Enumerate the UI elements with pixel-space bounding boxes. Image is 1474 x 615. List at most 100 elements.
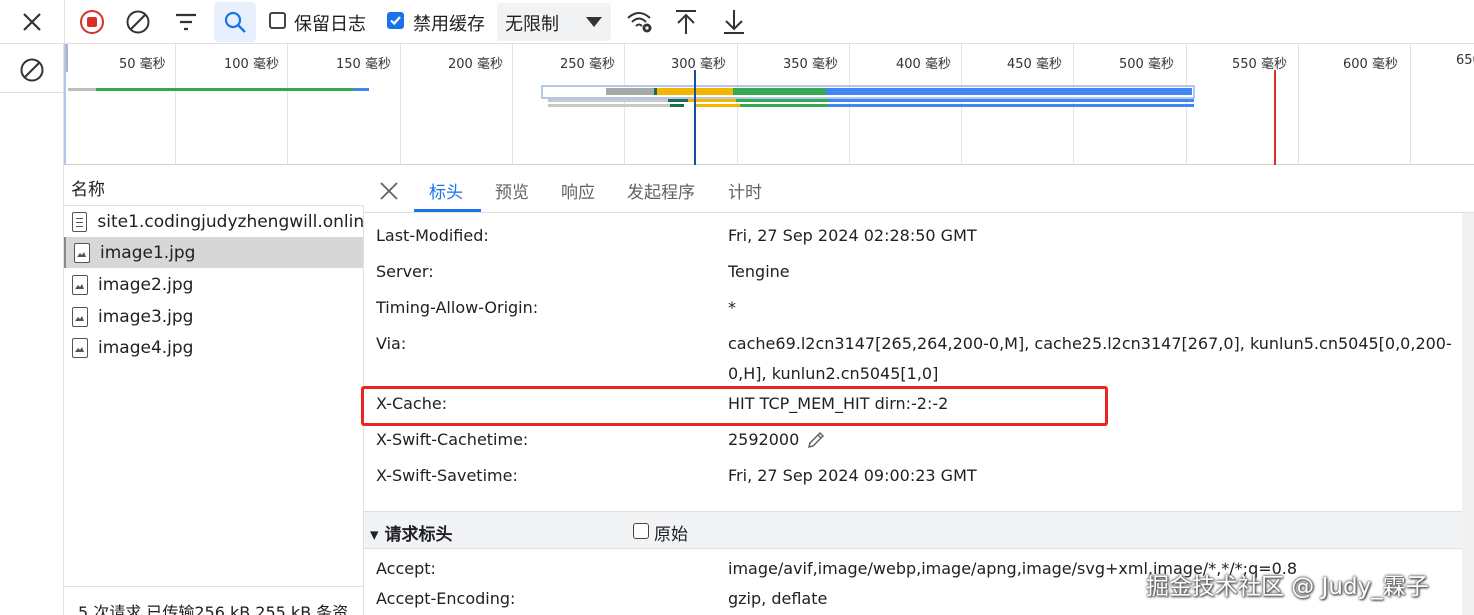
header-name: X-Swift-Cachetime:: [376, 430, 529, 449]
header-value: Fri, 27 Sep 2024 09:00:23 GMT: [728, 466, 977, 485]
waterfall-bar-ssl: [696, 104, 740, 107]
download-icon[interactable]: [716, 4, 752, 40]
tick-label: 100 毫秒: [224, 57, 279, 72]
header-name: X-Swift-Savetime:: [376, 466, 518, 485]
header-value: Tengine: [728, 262, 790, 281]
header-name: Via:: [376, 334, 407, 353]
header-value: 2592000: [728, 430, 800, 449]
edit-pencil-icon[interactable]: [804, 428, 828, 452]
request-name: image1.jpg: [100, 242, 196, 263]
upload-icon[interactable]: [668, 4, 704, 40]
timeline-grid-line: [399, 44, 401, 165]
header-value-continued: 0,H], kunlun2.cn5045[1,0]: [728, 364, 939, 383]
waterfall-bar-stalled: [68, 88, 96, 91]
detail-tabs: 标头 预览 响应 发起程序 计时: [364, 166, 1474, 213]
header-name: Timing-Allow-Origin:: [376, 298, 539, 317]
tick-label: 400 毫秒: [896, 57, 951, 72]
network-toolbar: 保留日志 禁用缓存 无限制: [0, 0, 1474, 44]
timeline-grid-line: [511, 44, 513, 165]
tick-label: 50 毫秒: [119, 57, 166, 72]
overview-left-edge: [64, 44, 66, 165]
x-cache-highlight-box: [361, 386, 1108, 426]
waterfall-bar-waiting: [733, 88, 826, 95]
request-headers-section[interactable]: ▾ 请求标头 原始: [364, 511, 1474, 549]
timeline-grid-line: [175, 44, 176, 165]
raw-checkbox[interactable]: [633, 523, 649, 539]
request-row[interactable]: site1.codingjudyzhengwill.online: [64, 206, 363, 237]
waterfall-bar-download: [828, 99, 1194, 102]
waterfall-bar-download: [828, 104, 1194, 107]
request-list: 名称 site1.codingjudyzhengwill.online imag…: [64, 166, 364, 615]
blocked-requests-icon[interactable]: [14, 52, 50, 88]
image-file-icon: [72, 337, 88, 358]
image-file-icon: [74, 242, 90, 263]
tab-preview[interactable]: 预览: [495, 178, 529, 203]
watermark: 掘金技术社区 @ Judy_霖子: [1146, 574, 1429, 600]
tab-response[interactable]: 响应: [561, 178, 595, 203]
left-strip: [0, 44, 64, 615]
close-icon[interactable]: [12, 6, 52, 38]
header-value: gzip, deflate: [728, 589, 828, 608]
waterfall-bar-connect: [668, 99, 688, 102]
close-detail-icon[interactable]: [374, 176, 404, 206]
tab-headers[interactable]: 标头: [429, 178, 463, 203]
header-name: Accept:: [376, 559, 436, 578]
request-row-selected[interactable]: image1.jpg: [64, 237, 363, 268]
request-headers-title: ▾ 请求标头: [370, 525, 453, 545]
timeline-overview[interactable]: 50 毫秒 100 毫秒 150 毫秒 200 毫秒 250 毫秒 300 毫秒…: [64, 44, 1474, 165]
header-name: Accept-Encoding:: [376, 589, 516, 608]
record-stop-icon[interactable]: [74, 4, 110, 40]
waterfall-bar-waiting: [96, 88, 354, 91]
filter-icon[interactable]: [168, 4, 204, 40]
raw-label: 原始: [654, 525, 688, 545]
tab-initiator[interactable]: 发起程序: [627, 178, 695, 203]
tick-label: 600 毫秒: [1343, 57, 1398, 72]
timeline-grid-line: [287, 44, 289, 165]
waterfall-bar-waiting: [736, 99, 828, 102]
disable-cache-label: 禁用缓存: [413, 14, 485, 35]
timeline-grid-line: [1410, 44, 1412, 165]
dropdown-arrow-icon: [586, 17, 602, 27]
request-row[interactable]: image3.jpg: [64, 301, 363, 332]
request-name: image3.jpg: [98, 306, 194, 327]
throttle-select[interactable]: 无限制: [497, 3, 611, 41]
image-file-icon: [72, 306, 88, 327]
tick-label: 150 毫秒: [336, 57, 391, 72]
tick-label: 550 毫秒: [1232, 57, 1287, 72]
waterfall-bar-download: [354, 88, 369, 91]
throttle-value: 无限制: [505, 14, 559, 35]
tick-label: 500 毫秒: [1119, 57, 1174, 72]
disable-cache-checkbox[interactable]: [387, 12, 404, 29]
document-icon: [72, 211, 88, 232]
preserve-log-label: 保留日志: [294, 14, 366, 35]
header-value: Fri, 27 Sep 2024 02:28:50 GMT: [728, 226, 977, 245]
clear-icon[interactable]: [120, 4, 156, 40]
waterfall-bar-stalled: [548, 104, 670, 107]
search-icon[interactable]: [214, 2, 256, 42]
image-file-icon: [72, 274, 88, 295]
network-conditions-icon[interactable]: [622, 4, 658, 40]
header-name: Last-Modified:: [376, 226, 489, 245]
request-row[interactable]: image4.jpg: [64, 332, 363, 363]
waterfall-bar-stalled: [548, 99, 668, 102]
tick-label: 250 毫秒: [560, 57, 615, 72]
tick-label: 650: [1456, 53, 1474, 68]
tick-label: 200 毫秒: [448, 57, 503, 72]
header-value: cache69.l2cn3147[265,264,200-0,M], cache…: [728, 334, 1452, 353]
timeline-grid-line: [1298, 44, 1299, 165]
name-header-label: 名称: [71, 180, 105, 200]
scrollbar[interactable]: [1462, 213, 1474, 615]
waterfall-bar-stalled: [606, 88, 654, 95]
name-column-header[interactable]: 名称: [64, 166, 364, 206]
header-value: *: [728, 298, 736, 317]
waterfall-bar-waiting: [740, 104, 828, 107]
tick-label: 350 毫秒: [783, 57, 838, 72]
request-row[interactable]: image2.jpg: [64, 269, 363, 300]
preserve-log-checkbox[interactable]: [269, 12, 286, 29]
request-name: image4.jpg: [98, 337, 194, 358]
status-bar: 5 次请求 已传输256 kB 255 kB 条资: [64, 586, 363, 615]
tick-label: 300 毫秒: [671, 57, 726, 72]
dom-content-loaded-marker: [694, 70, 696, 165]
request-name: image2.jpg: [98, 274, 194, 295]
tab-timing[interactable]: 计时: [728, 178, 762, 203]
